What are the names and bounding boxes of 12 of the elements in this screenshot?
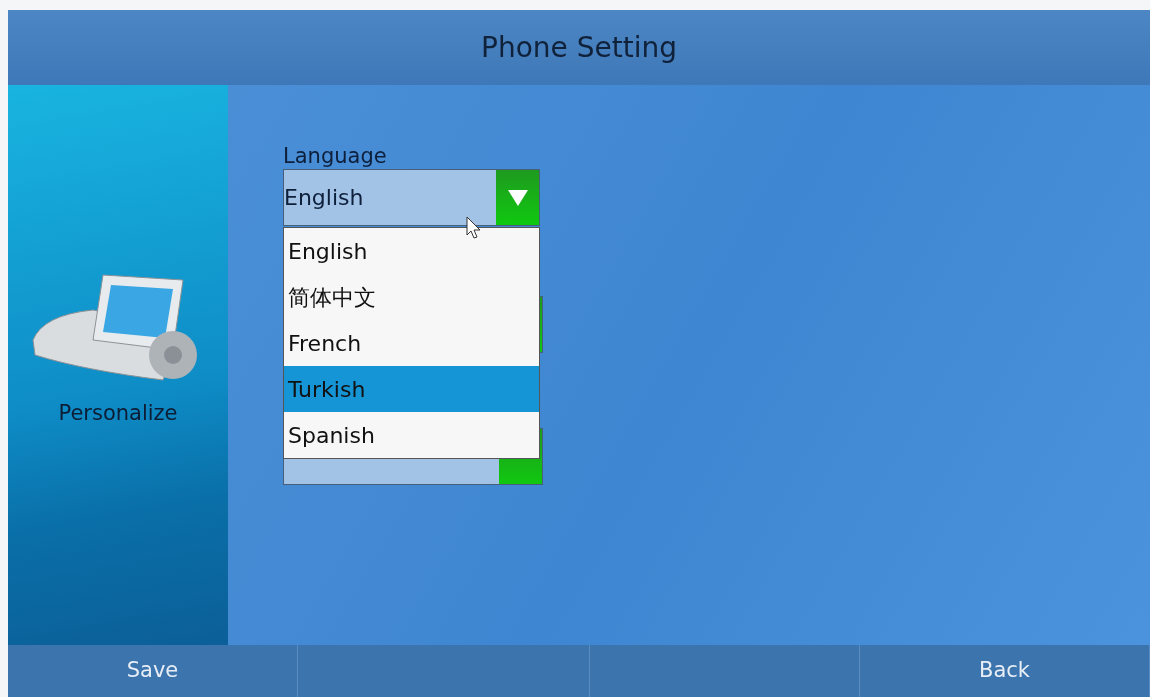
dropdown-option[interactable]: Turkish	[284, 366, 539, 412]
window-title: Phone Setting	[481, 29, 677, 66]
caret-icon	[506, 188, 529, 207]
dropdown-field[interactable]: English	[283, 169, 540, 226]
dropdown-option[interactable]: English	[284, 228, 539, 274]
category-label: Personalize	[58, 400, 178, 427]
softkey-button[interactable]: Back	[860, 645, 1150, 697]
dropdown-option[interactable]: French	[284, 320, 539, 366]
dropdown-option[interactable]: 简体中文	[284, 274, 539, 320]
field-label: Language	[283, 143, 388, 169]
softkey-button[interactable]: Save	[8, 645, 298, 697]
dropdown-option[interactable]: Spanish	[284, 412, 539, 458]
